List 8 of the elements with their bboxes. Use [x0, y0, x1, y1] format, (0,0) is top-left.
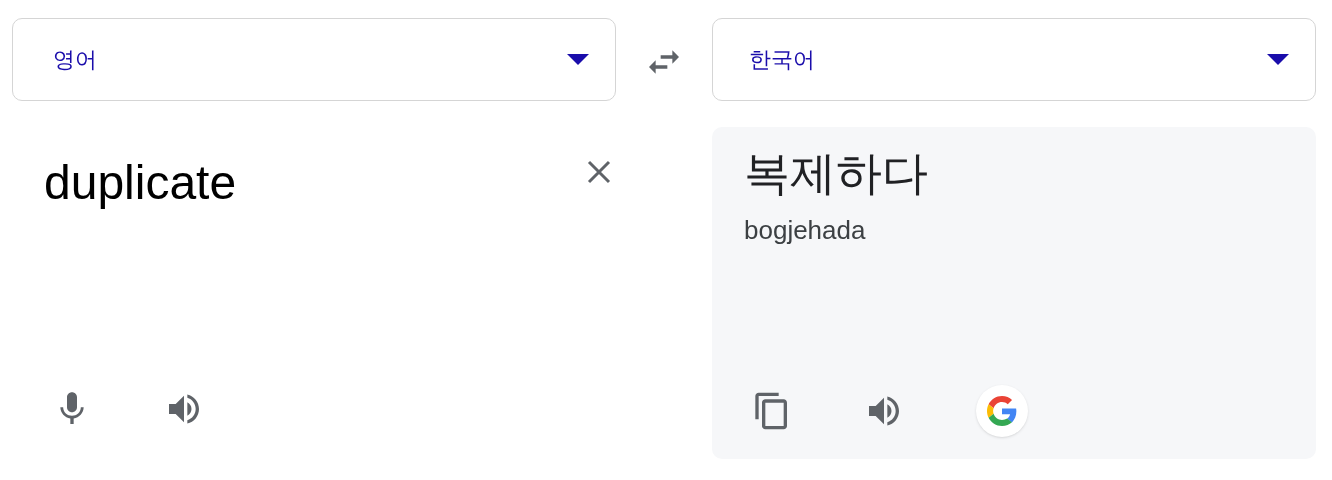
translated-text: 복제하다 [744, 146, 929, 201]
source-text-field[interactable]: duplicate [44, 147, 544, 219]
caret-icon [567, 54, 589, 65]
caret-icon [1267, 54, 1289, 65]
romanization-text: bogjehada [744, 213, 867, 247]
language-dropdown[interactable]: 영어 [12, 18, 616, 101]
language-dropdown[interactable]: 한국어 [712, 18, 1316, 101]
google-logo-icon[interactable] [976, 385, 1028, 437]
